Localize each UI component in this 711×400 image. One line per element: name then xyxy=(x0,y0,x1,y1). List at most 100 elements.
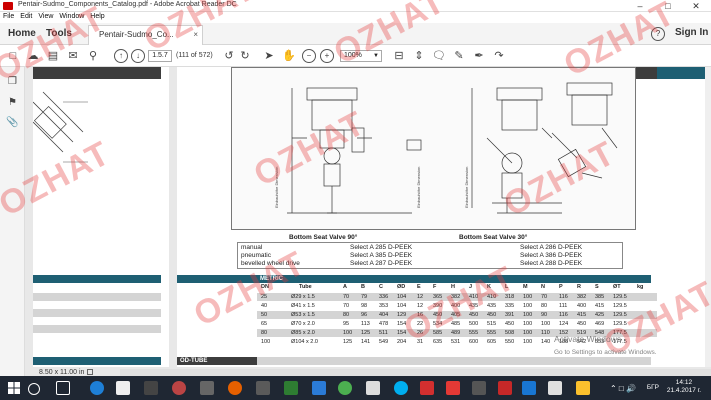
draw-icon[interactable]: ✒ xyxy=(472,49,486,63)
app-icon[interactable] xyxy=(576,381,590,395)
table-cell: 100 xyxy=(523,330,533,336)
page-thumbnails-icon[interactable]: ❐ xyxy=(6,75,19,88)
select-code: Select A 386 D-PEEK xyxy=(520,252,583,259)
table-cell: Ø85 x 2.0 xyxy=(291,330,315,336)
table-cell: Ø53 x 1.5 xyxy=(291,312,315,318)
upload-cloud-icon[interactable]: ☁ xyxy=(26,49,40,63)
acrobat-taskbar-icon[interactable] xyxy=(420,381,434,395)
menu-edit[interactable]: Edit xyxy=(17,12,35,20)
rotate-right-icon[interactable]: ↻ xyxy=(238,49,252,63)
minimize-button[interactable]: – xyxy=(626,0,654,12)
app-icon[interactable] xyxy=(498,381,512,395)
table-cell: 500 xyxy=(469,321,479,327)
menu-view[interactable]: View xyxy=(35,12,56,20)
tab-document[interactable]: Pentair-Sudmo_Co... × xyxy=(88,25,203,45)
table-cell: 318 xyxy=(505,294,515,300)
task-view-icon[interactable] xyxy=(56,381,70,395)
column-header: ØD xyxy=(397,284,406,290)
email-icon[interactable]: ✉ xyxy=(66,49,80,63)
chrome-icon[interactable] xyxy=(338,381,352,395)
maximize-button[interactable]: □ xyxy=(654,0,682,12)
help-button[interactable]: ? xyxy=(651,27,665,41)
edge-browser-icon[interactable] xyxy=(90,381,104,395)
app-icon[interactable] xyxy=(366,381,380,395)
comment-icon[interactable]: 🗨 xyxy=(432,49,446,63)
table-cell: 385 xyxy=(595,294,605,300)
file-explorer-icon[interactable] xyxy=(116,381,130,395)
next-page-icon[interactable]: ↓ xyxy=(131,49,145,63)
bookmark-icon[interactable]: ⚑ xyxy=(6,96,19,109)
page-number-input[interactable]: 1.5.7 xyxy=(148,50,172,62)
table-cell: Ø41 x 1.5 xyxy=(291,303,315,309)
app-icon[interactable] xyxy=(284,381,298,395)
drive-label: manual xyxy=(241,244,263,251)
app-icon[interactable] xyxy=(472,381,486,395)
search-icon[interactable] xyxy=(28,383,40,395)
app-icon[interactable] xyxy=(200,381,214,395)
clock[interactable]: 14:12 21.4.2017 г. xyxy=(667,379,701,395)
zoom-in-icon[interactable]: + xyxy=(320,49,334,63)
page-header-accent xyxy=(657,67,711,79)
app-icon[interactable] xyxy=(522,381,536,395)
firefox-icon[interactable] xyxy=(228,381,242,395)
search-icon[interactable]: ⚲ xyxy=(86,49,100,63)
app-icon[interactable] xyxy=(256,381,270,395)
table-cell: 405 xyxy=(451,312,461,318)
attachment-icon[interactable]: 📎 xyxy=(6,116,19,129)
table-cell: 129.5 xyxy=(613,294,627,300)
od-tube-title: OD-TUBE xyxy=(177,357,237,365)
table-cell: 605 xyxy=(487,339,497,345)
menu-file[interactable]: File xyxy=(0,12,17,20)
windows-start-icon[interactable] xyxy=(8,382,20,394)
language-indicator[interactable]: БГР xyxy=(647,384,659,391)
menu-window[interactable]: Window xyxy=(56,12,87,20)
table-row: 25 Ø29 x 1.5 70 79 336 104 12 365 382 410 410 318 10… xyxy=(257,293,657,301)
system-tray-icons[interactable]: ⌃ □ 🔊 xyxy=(610,384,636,393)
table-cell: 555 xyxy=(469,330,479,336)
store-icon[interactable] xyxy=(144,381,158,395)
app-icon[interactable] xyxy=(548,381,562,395)
table-cell: 415 xyxy=(595,303,605,309)
tab-tools[interactable]: Tools xyxy=(46,23,72,45)
previous-page-icon[interactable]: ↑ xyxy=(114,49,128,63)
scroll-mode-icon[interactable]: ⇕ xyxy=(412,49,426,63)
sign-in-button[interactable]: Sign In xyxy=(675,27,708,38)
tab-home[interactable]: Home xyxy=(8,23,36,45)
table-cell: 98 xyxy=(361,303,368,309)
column-header: M xyxy=(523,284,528,290)
print-icon[interactable]: ▤ xyxy=(46,49,60,63)
table-cell: 511 xyxy=(379,330,388,336)
table-cell: 80 xyxy=(261,330,268,336)
select-code: Select A 285 D-PEEK xyxy=(350,244,413,251)
column-header: L xyxy=(505,284,509,290)
zoom-select[interactable]: 100% ▼ xyxy=(340,50,382,62)
table-cell: 140 xyxy=(541,339,551,345)
app-icon[interactable] xyxy=(312,381,326,395)
table-cell: 425 xyxy=(595,312,605,318)
menu-help[interactable]: Help xyxy=(87,12,107,20)
app-icon[interactable] xyxy=(446,381,460,395)
table-cell: 12 xyxy=(417,303,424,309)
zoom-out-icon[interactable]: − xyxy=(302,49,316,63)
table-cell: 353 xyxy=(379,303,389,309)
table-cell: 550 xyxy=(505,339,515,345)
hand-tool-icon[interactable]: ✋ xyxy=(282,49,296,63)
share-icon[interactable]: ↷ xyxy=(492,49,506,63)
highlight-icon[interactable]: ✎ xyxy=(452,49,466,63)
vertical-scrollbar[interactable] xyxy=(705,67,711,367)
close-window-button[interactable]: ✕ xyxy=(682,0,710,12)
table-cell: 531 xyxy=(451,339,461,345)
table-cell: 478 xyxy=(379,321,389,327)
fit-page-icon[interactable]: ⊟ xyxy=(392,49,406,63)
save-icon[interactable]: □ xyxy=(6,49,20,63)
document-viewport[interactable]: Einbauhöhe Dimension Einbauhöhe Dimensio… xyxy=(25,67,711,376)
column-header: E xyxy=(417,284,421,290)
app-icon[interactable] xyxy=(172,381,186,395)
rotate-left-icon[interactable]: ↺ xyxy=(222,49,236,63)
select-cursor-icon[interactable]: ➤ xyxy=(262,49,276,63)
close-tab-button[interactable]: × xyxy=(193,26,198,44)
horizontal-scrollbar[interactable] xyxy=(120,369,711,376)
table-cell: 113 xyxy=(361,321,370,327)
skype-icon[interactable] xyxy=(394,381,408,395)
chevron-down-icon: ▼ xyxy=(373,53,379,59)
